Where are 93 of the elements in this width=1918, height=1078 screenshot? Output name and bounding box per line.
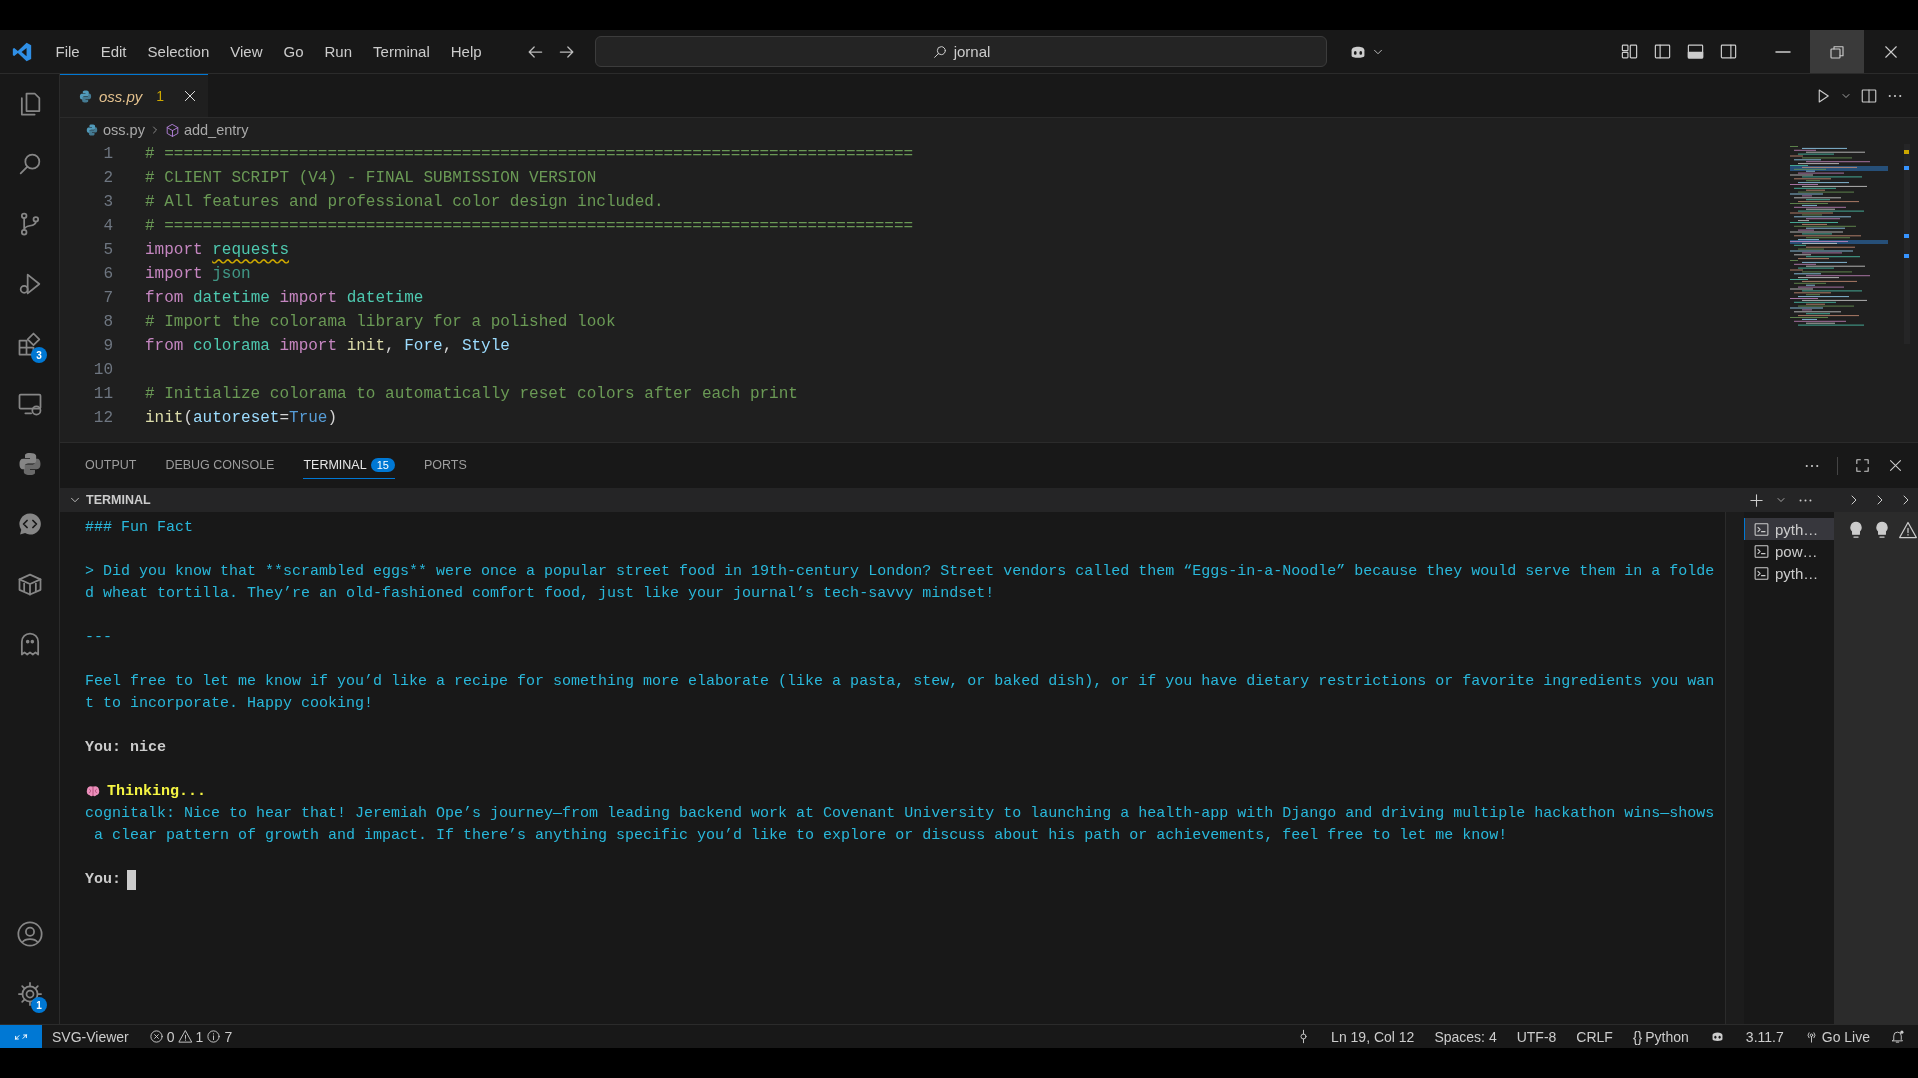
panel-tab[interactable]: PORTS [423,452,467,479]
status-item[interactable]: Ln 19, Col 12 [1324,1025,1422,1048]
terminal-line: You: [85,870,121,890]
restore-button[interactable] [1810,30,1864,73]
problems-button[interactable]: 0 1 7 [141,1025,240,1048]
code-line: # All features and professional color design included. [145,192,664,213]
menu-item[interactable]: Help [440,39,493,64]
sidebar-toggle-icon[interactable] [1653,42,1672,61]
menu-item[interactable]: Terminal [362,39,441,64]
terminal-line: --- [85,628,112,648]
line-number: 12 [92,408,113,429]
plus-icon[interactable] [1748,491,1765,509]
code-line: # ============================================================================== [145,144,914,165]
line-number: 9 [102,336,113,357]
line-number: 11 [92,384,113,405]
breadcrumb-item[interactable]: oss.py [103,122,145,138]
cube-icon [164,122,180,138]
close-icon[interactable] [1887,457,1904,474]
maximize-icon[interactable] [1854,457,1871,474]
minimize-icon [1775,50,1791,53]
status-item[interactable]: 3.11.7 [1738,1025,1791,1048]
code-line: import requests [145,240,290,261]
status-item[interactable]: SVG-Viewer [45,1025,136,1048]
close-icon[interactable] [182,88,198,104]
code-line: # ============================================================================== [145,216,914,237]
python-file-icon [78,88,93,104]
menu-item[interactable]: Selection [137,39,220,64]
panel-tab[interactable]: TERMINAL 15 [303,452,395,479]
code-line: # Initialize colorama to automatically reset colors after each print [145,384,798,405]
terminal-line: d wheat tortilla. They’re an old-fashioned comfort food, just like your journal’s tech-savvy mindset! [85,584,995,604]
menu-item[interactable]: Edit [90,39,138,64]
terminal-line: Feel free to let me know if you’d like a recipe for something more elaborate (like a pasta, stew, or baked dish), or if you have dietary restrictions or favorite ingredients you wan [85,672,1715,692]
error-icon [148,1029,164,1044]
notification-badge: 3 [31,347,47,363]
split-editor-icon[interactable] [1860,86,1878,105]
terminal-session[interactable]: pyth… [1744,518,1834,540]
code-line: init(autoreset=True) [145,408,338,429]
terminal-line: Thinking... [107,782,207,802]
line-number: 8 [102,312,113,333]
menu-item[interactable]: Run [314,39,363,64]
menu-item[interactable]: File [45,39,91,64]
terminal-icon [1753,520,1770,538]
terminal-session[interactable]: pyth… [1744,562,1834,584]
line-number: 2 [102,168,113,189]
status-item[interactable]: CRLF [1569,1025,1620,1048]
line-number: 6 [102,264,113,285]
panel-toggle-icon[interactable] [1686,42,1705,61]
terminal-line: You: nice [85,738,166,758]
python-file-icon [85,123,99,137]
bell-icon[interactable] [1890,1029,1905,1044]
terminal-session[interactable]: pow… [1744,540,1834,562]
layout-grid-icon[interactable] [1620,42,1639,61]
code-line: # Import the colorama library for a polished look [145,312,616,333]
go-live-button[interactable]: Go Live [1796,1025,1877,1048]
line-number: 1 [102,144,113,165]
code-line: from colorama import init, Fore, Style [145,336,510,357]
terminal-line: t to incorporate. Happy cooking! [85,694,374,714]
code-line: # CLIENT SCRIPT (V4) - FINAL SUBMISSION VERSION [145,168,597,189]
panel-tab[interactable]: DEBUG CONSOLE [165,452,275,479]
code-line: from datetime import datetime [145,288,424,309]
minimap-drawing[interactable] [1790,144,1910,344]
menu-item[interactable]: Go [273,39,314,64]
line-number: 5 [102,240,113,261]
secondary-sidebar-icon[interactable] [1719,42,1738,61]
terminal-line: > Did you know that **scrambled eggs** were once a popular street food in 19th-century London? Street vendors called them “Eggs-in-a-Noodle” because they would serve them in a folde [85,562,1715,582]
menu-item[interactable]: View [219,39,273,64]
settings-icon[interactable] [15,980,44,1008]
terminal-line: ### Fun Fact [85,518,194,538]
language-button[interactable]: {} Python [1625,1025,1696,1048]
terminal-line: cognitalk: Nice to hear that! Jeremiah Ope’s journey—from leading backend work at Covenant University to launching a health-app with Django and driving multiple hackathon wins—shows [85,804,1715,824]
account-icon[interactable] [15,920,44,948]
terminal-icon [1753,564,1770,582]
info-icon [206,1029,222,1044]
breadcrumb-item[interactable]: add_entry [183,122,249,138]
section-title: TERMINAL [86,493,151,507]
notification-badge: 1 [31,997,47,1013]
terminal-line: a clear pattern of growth and impact. If there’s anything specific you’d like to explore or discuss about his path or achievements, feel free to let me know! [93,826,1508,846]
line-number: 3 [102,192,113,213]
vscode-logo-icon [11,40,33,63]
status-item[interactable]: UTF-8 [1509,1025,1564,1048]
terminal-icon [1753,542,1770,560]
status-item[interactable]: Spaces: 4 [1427,1025,1504,1048]
line-number: 4 [102,216,113,237]
editor-tab[interactable]: oss.py 1 [60,74,208,117]
panel-tab[interactable]: OUTPUT [85,452,137,479]
warning-icon [177,1029,193,1044]
warning-icon[interactable] [1898,520,1918,540]
code-line: import json [145,264,251,285]
text-cursor [127,870,136,890]
search-icon [931,43,948,60]
line-number: 10 [92,360,113,381]
search-field[interactable]: jornal [595,36,1327,67]
line-number: 7 [102,288,113,309]
